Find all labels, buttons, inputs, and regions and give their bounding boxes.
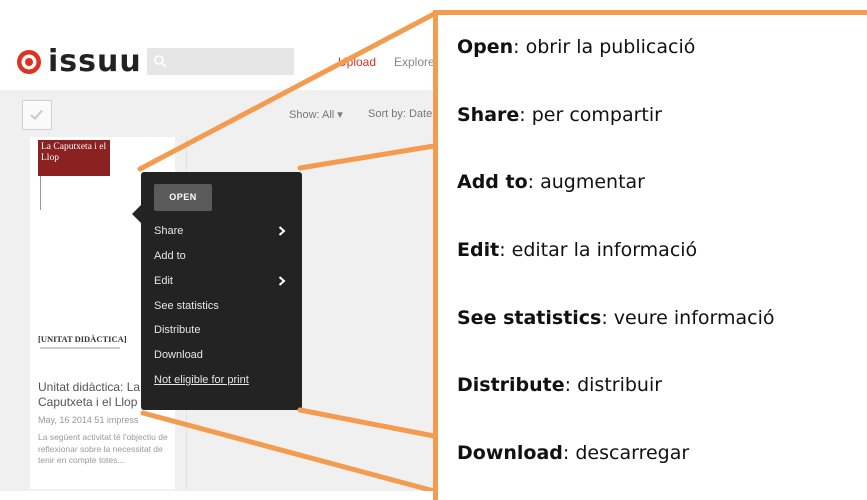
annotation-download: Download: descarregar	[457, 442, 689, 464]
annotation-edit: Edit: editar la informació	[457, 239, 697, 261]
annotation-desc: : descarregar	[562, 442, 690, 464]
annotation-add-to: Add to: augmentar	[457, 171, 645, 193]
annotation-term: See statistics	[457, 307, 602, 329]
annotation-see-statistics: See statistics: veure informació	[457, 307, 775, 329]
annotation-desc: : veure informació	[601, 307, 775, 329]
annotation-term: Share	[457, 104, 520, 126]
annotation-term: Edit	[457, 239, 500, 261]
annotation-desc: : editar la informació	[499, 239, 698, 261]
annotation-share: Share: per compartir	[457, 104, 662, 126]
callout-line-top-right	[297, 143, 437, 171]
callout-line-top-left	[137, 11, 437, 172]
annotation-term: Download	[457, 442, 563, 464]
callout-line-bottom-left	[140, 410, 437, 491]
annotation-desc: : distribuir	[564, 374, 663, 396]
annotation-open: Open: obrir la publicació	[457, 36, 695, 58]
annotation-term: Add to	[457, 171, 528, 193]
annotation-desc: : obrir la publicació	[513, 36, 696, 58]
annotation-term: Distribute	[457, 374, 565, 396]
annotation-distribute: Distribute: distribuir	[457, 374, 662, 396]
annotation-desc: : per compartir	[519, 104, 662, 126]
callout-line-bottom-right	[297, 407, 437, 439]
annotation-desc: : augmentar	[527, 171, 645, 193]
annotation-term: Open	[457, 36, 514, 58]
